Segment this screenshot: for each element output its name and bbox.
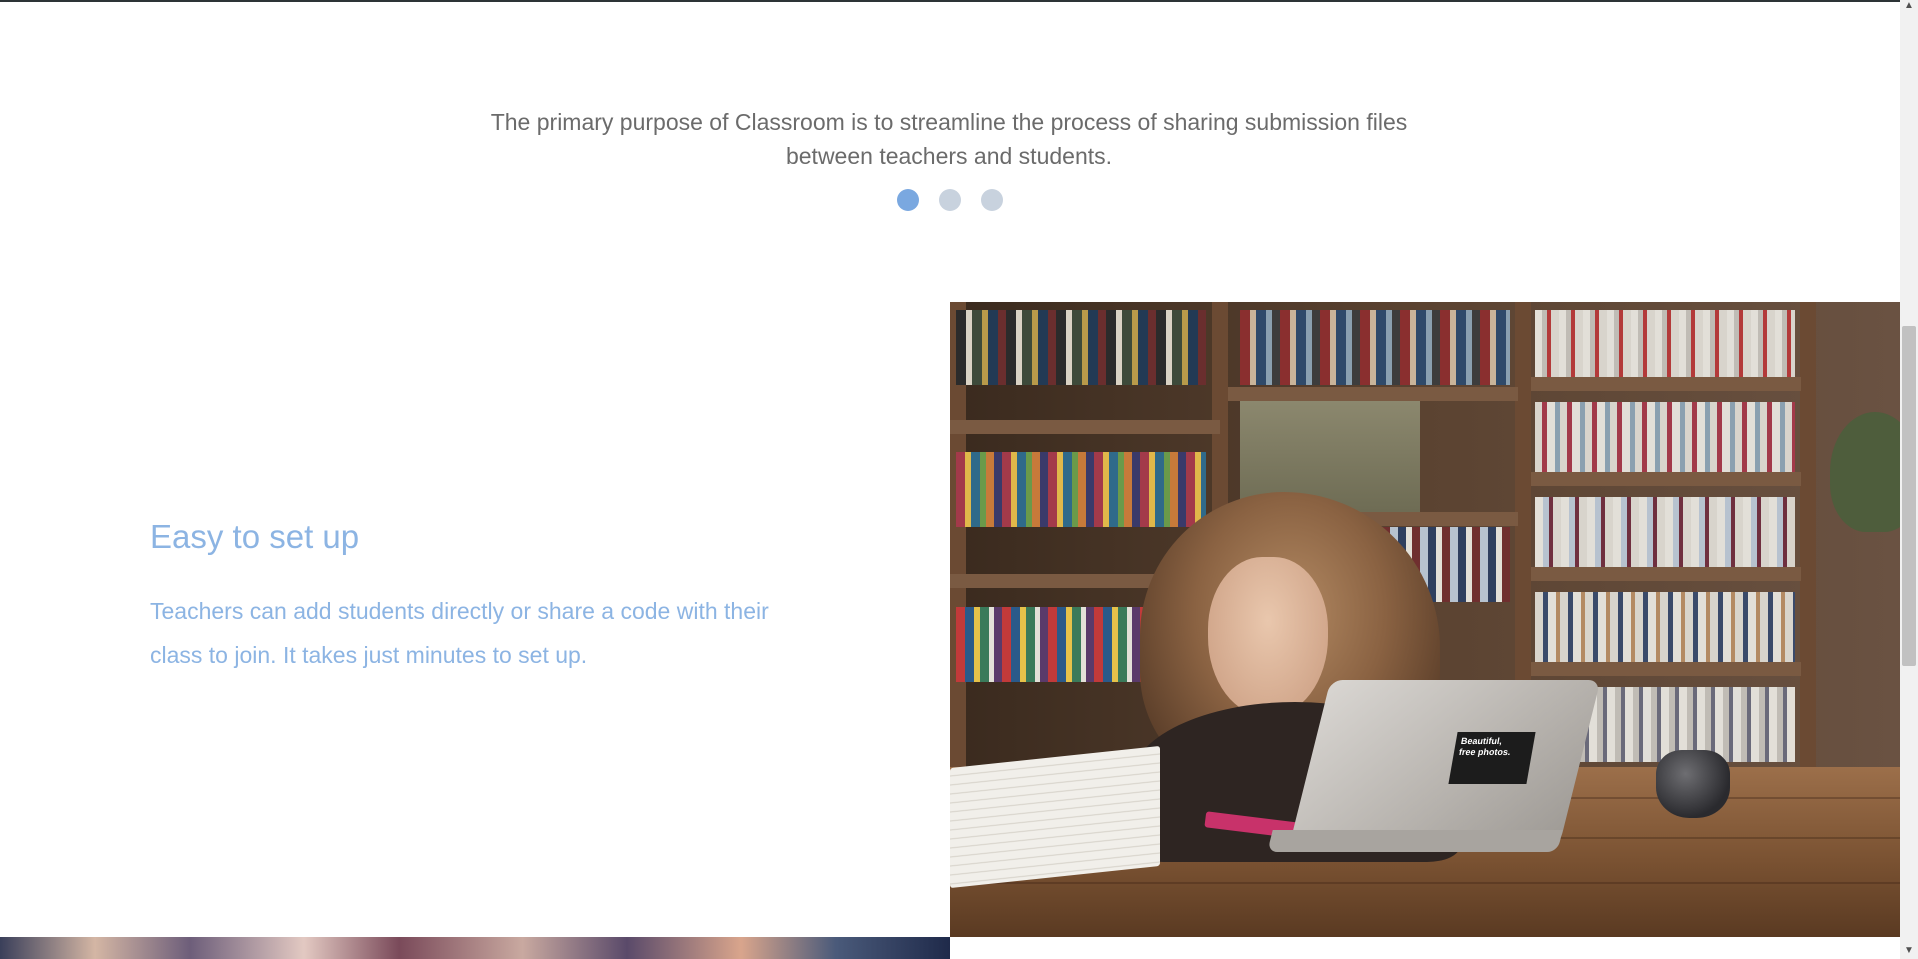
- carousel-dot-1[interactable]: [897, 189, 919, 211]
- shelf-board: [1531, 662, 1801, 676]
- testimonial-quote: The primary purpose of Classroom is to s…: [490, 109, 1408, 169]
- girl-face: [1208, 557, 1328, 717]
- next-section-image: [0, 937, 950, 959]
- shelf-board: [1228, 387, 1518, 401]
- houseplant: [1830, 412, 1900, 532]
- shelf-upright: [1800, 302, 1816, 772]
- carousel-dot-3[interactable]: [981, 189, 1003, 211]
- books-row: [1535, 497, 1795, 572]
- ceramic-cup: [1656, 750, 1730, 818]
- sticker-text-1: Beautiful,: [1460, 736, 1503, 746]
- books-row: [956, 310, 1206, 385]
- books-row: [1535, 310, 1795, 385]
- laptop: [1289, 680, 1601, 845]
- table-grain: [950, 882, 1900, 884]
- top-border: [0, 0, 1918, 2]
- chevron-down-icon[interactable]: ▼: [1903, 945, 1915, 957]
- shelf-board: [1531, 472, 1801, 486]
- sticker-text-2: free photos.: [1458, 747, 1512, 757]
- scrollbar-thumb[interactable]: [1902, 326, 1916, 666]
- shelf-board: [1531, 377, 1801, 391]
- shelf-board: [950, 420, 1220, 434]
- carousel-pagination: [897, 189, 1003, 211]
- carousel-dot-2[interactable]: [939, 189, 961, 211]
- feature-photo: Beautiful, free photos.: [950, 302, 1900, 937]
- feature-description: Teachers can add students directly or sh…: [150, 598, 769, 668]
- chevron-up-icon[interactable]: ▲: [1903, 0, 1915, 12]
- paper-stack: [950, 745, 1160, 889]
- laptop-base: [1267, 830, 1563, 852]
- feature-title: Easy to set up: [150, 518, 360, 555]
- shelf-board: [1531, 567, 1801, 581]
- books-row: [1535, 592, 1795, 667]
- books-row: [1535, 402, 1795, 477]
- books-row: [1240, 310, 1510, 385]
- books-row: [956, 452, 1206, 527]
- laptop-sticker: Beautiful, free photos.: [1448, 732, 1536, 784]
